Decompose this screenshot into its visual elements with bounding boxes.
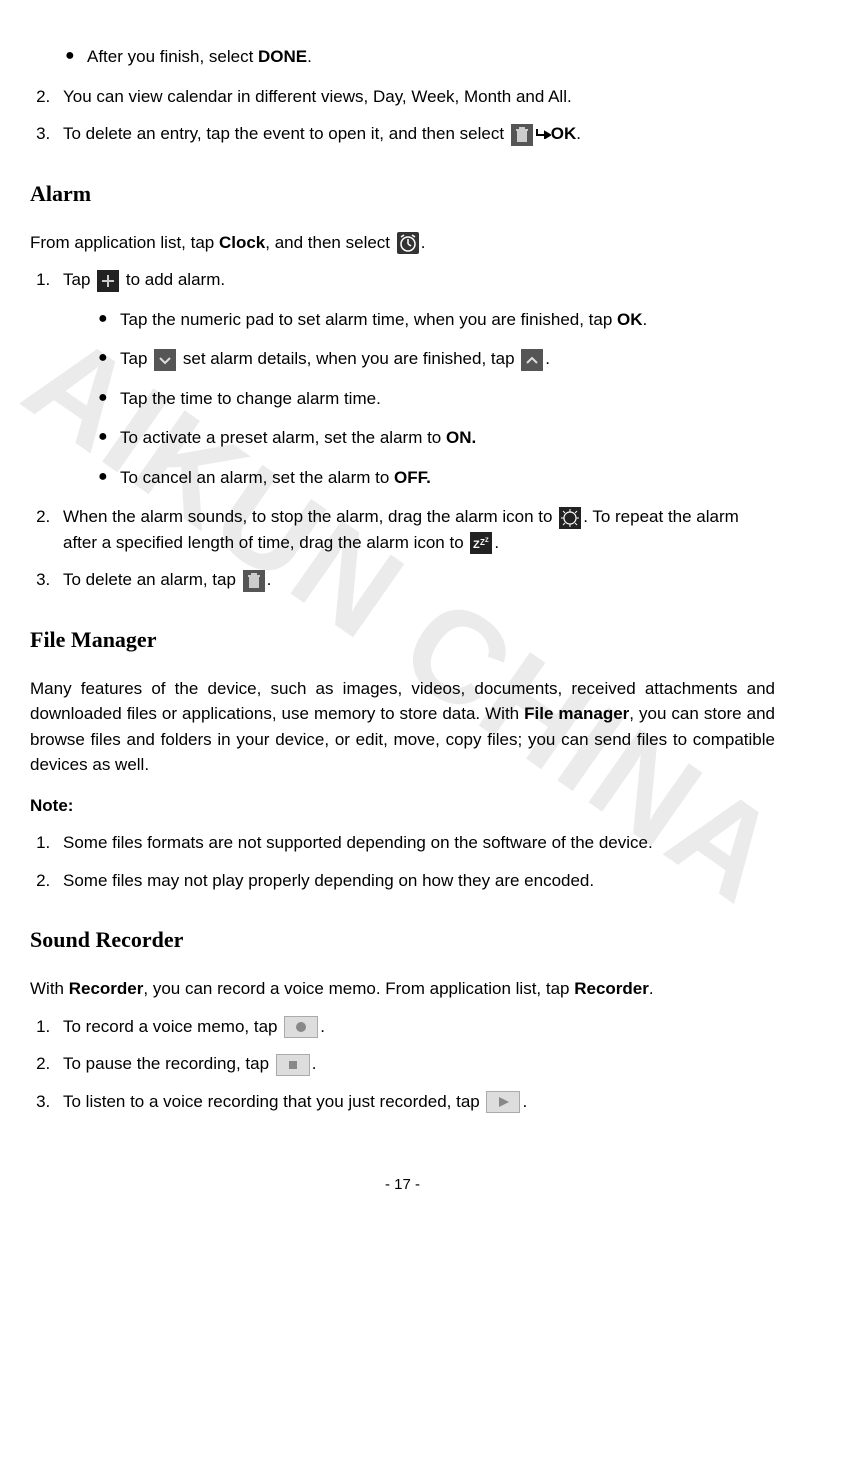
text: .: [312, 1054, 317, 1073]
svg-text:Z: Z: [485, 538, 489, 544]
text: From application list, tap: [30, 233, 219, 252]
text: .: [320, 1017, 325, 1036]
chevron-up-icon: [521, 349, 543, 371]
note-label: Note:: [30, 793, 775, 819]
text: Some files may not play properly dependi…: [63, 871, 594, 890]
list-item: After you finish, select DONE.: [65, 44, 775, 70]
text-bold: OFF.: [394, 468, 431, 487]
play-icon: [486, 1091, 520, 1113]
recorder-heading: Sound Recorder: [30, 923, 775, 956]
text-bold: OK: [551, 124, 577, 143]
text-bold: File manager: [524, 704, 629, 723]
alarm-intro: From application list, tap Clock, and th…: [30, 230, 775, 256]
list-item: To delete an alarm, tap .: [55, 567, 775, 593]
text: set alarm details, when you are finished…: [178, 349, 519, 368]
intro-ordered: You can view calendar in different views…: [30, 84, 775, 147]
alarm-sub-bullets: Tap the numeric pad to set alarm time, w…: [63, 307, 775, 491]
filemanager-heading: File Manager: [30, 623, 775, 656]
text-bold: ON.: [446, 428, 476, 447]
text: , you can record a voice memo. From appl…: [143, 979, 574, 998]
text: To cancel an alarm, set the alarm to: [120, 468, 394, 487]
arrow-icon: [535, 124, 551, 143]
text: .: [545, 349, 550, 368]
text: To record a voice memo, tap: [63, 1017, 282, 1036]
list-item: To activate a preset alarm, set the alar…: [98, 425, 775, 451]
snooze-icon: ZZZ: [470, 532, 492, 554]
text: Tap: [120, 349, 152, 368]
text-bold: DONE: [258, 47, 307, 66]
text: To pause the recording, tap: [63, 1054, 274, 1073]
alarm-steps: Tap to add alarm. Tap the numeric pad to…: [30, 267, 775, 593]
list-item: To delete an entry, tap the event to ope…: [55, 121, 775, 147]
recorder-intro: With Recorder, you can record a voice me…: [30, 976, 775, 1002]
text: To activate a preset alarm, set the alar…: [120, 428, 446, 447]
list-item: To cancel an alarm, set the alarm to OFF…: [98, 465, 775, 491]
list-item: You can view calendar in different views…: [55, 84, 775, 110]
alarm-heading: Alarm: [30, 177, 775, 210]
dismiss-icon: [559, 507, 581, 529]
text: .: [494, 533, 499, 552]
list-item: Some files formats are not supported dep…: [55, 830, 775, 856]
list-item: Tap set alarm details, when you are fini…: [98, 346, 775, 372]
text: To delete an alarm, tap: [63, 570, 241, 589]
text: .: [649, 979, 654, 998]
text: .: [307, 47, 312, 66]
text: Tap the time to change alarm time.: [120, 389, 381, 408]
list-item: Tap the numeric pad to set alarm time, w…: [98, 307, 775, 333]
list-item: Some files may not play properly dependi…: [55, 868, 775, 894]
filemanager-notes: Some files formats are not supported dep…: [30, 830, 775, 893]
stop-icon: [276, 1054, 310, 1076]
text: To delete an entry, tap the event to ope…: [63, 124, 509, 143]
svg-text:Z: Z: [473, 539, 480, 551]
text: You can view calendar in different views…: [63, 87, 572, 106]
list-item: Tap the time to change alarm time.: [98, 386, 775, 412]
text: to add alarm.: [121, 270, 225, 289]
intro-bullets: After you finish, select DONE.: [30, 44, 775, 70]
filemanager-para: Many features of the device, such as ima…: [30, 676, 775, 778]
text: To listen to a voice recording that you …: [63, 1092, 484, 1111]
trash-icon: [511, 124, 533, 146]
text-bold: Recorder: [574, 979, 649, 998]
list-item: When the alarm sounds, to stop the alarm…: [55, 504, 775, 555]
recorder-steps: To record a voice memo, tap . To pause t…: [30, 1014, 775, 1115]
alarm-clock-icon: [397, 232, 419, 254]
text: Tap the numeric pad to set alarm time, w…: [120, 310, 617, 329]
text-bold: Clock: [219, 233, 265, 252]
text: Some files formats are not supported dep…: [63, 833, 653, 852]
text-bold: Recorder: [69, 979, 144, 998]
list-item: To listen to a voice recording that you …: [55, 1089, 775, 1115]
text: , and then select: [265, 233, 394, 252]
page-content: After you finish, select DONE. You can v…: [30, 44, 775, 1197]
list-item: Tap to add alarm. Tap the numeric pad to…: [55, 267, 775, 490]
text: .: [421, 233, 426, 252]
list-item: To pause the recording, tap .: [55, 1051, 775, 1077]
text: .: [643, 310, 648, 329]
text: When the alarm sounds, to stop the alarm…: [63, 507, 557, 526]
text: .: [576, 124, 581, 143]
delete-icon: [243, 570, 265, 592]
list-item: To record a voice memo, tap .: [55, 1014, 775, 1040]
record-icon: [284, 1016, 318, 1038]
text: Tap: [63, 270, 95, 289]
text: With: [30, 979, 69, 998]
plus-icon: [97, 270, 119, 292]
text: .: [522, 1092, 527, 1111]
text: .: [267, 570, 272, 589]
text-bold: OK: [617, 310, 643, 329]
page-footer: - 17 -: [30, 1174, 775, 1197]
chevron-down-icon: [154, 349, 176, 371]
text: After you finish, select: [87, 47, 258, 66]
